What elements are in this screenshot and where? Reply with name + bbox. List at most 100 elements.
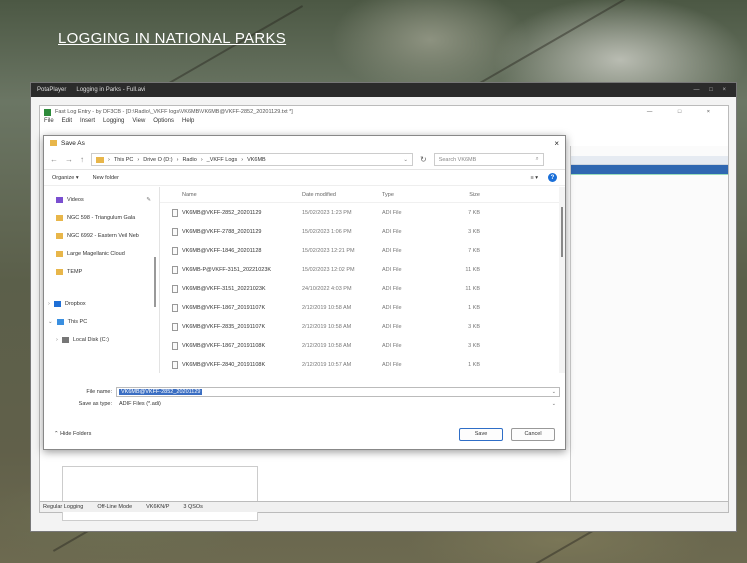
help-icon[interactable]: ?	[548, 173, 557, 182]
chevron-right-icon[interactable]: ›	[56, 337, 58, 343]
up-arrow-icon[interactable]: ↑	[80, 155, 84, 164]
hide-folders-button[interactable]: ⌃ Hide Folders	[54, 431, 91, 437]
new-folder-button[interactable]: New folder	[93, 175, 119, 181]
forward-arrow-icon[interactable]: →	[65, 155, 73, 164]
chevron-right-icon: ›	[108, 156, 110, 163]
file-name-text: VK6MB-P@VKFF-3151_20221023K	[182, 266, 272, 273]
chevron-down-icon[interactable]: ⌄	[552, 401, 556, 407]
cancel-button[interactable]: Cancel	[511, 427, 555, 441]
player-app-name[interactable]: PotaPlayer	[37, 87, 66, 93]
file-list-header: Name Date modified Type Size	[160, 187, 565, 203]
file-row[interactable]: VK6MB@VKFF-2852_20201129 15/02/2023 1:23 …	[160, 203, 565, 222]
menu-insert[interactable]: Insert	[80, 118, 95, 128]
file-type: ADI File	[382, 266, 402, 273]
nav-item-ngc598[interactable]: NGC 598 - Triangulum Gala	[44, 209, 159, 227]
chevron-down-icon[interactable]: ⌄	[403, 157, 408, 163]
file-date: 24/10/2022 4:03 PM	[302, 285, 352, 292]
file-date: 2/12/2019 10:58 AM	[302, 304, 352, 311]
breadcrumb-vkff-logs[interactable]: _VKFF Logs	[207, 157, 238, 163]
back-arrow-icon[interactable]: ←	[50, 155, 58, 164]
nav-item-temp[interactable]: TEMP	[44, 263, 159, 281]
scrollbar-thumb[interactable]	[561, 207, 563, 257]
file-icon	[172, 265, 178, 274]
column-size[interactable]: Size	[446, 192, 494, 198]
organize-button[interactable]: Organize ▾	[52, 175, 79, 181]
nav-item-label: Videos	[67, 197, 84, 203]
file-name-input[interactable]: VK6MB@VKFF-2852_20201129 ⌄	[116, 387, 560, 397]
view-options-icon[interactable]: ≡ ▾	[531, 175, 539, 181]
nav-item-this-pc[interactable]: ⌄ This PC	[44, 313, 159, 331]
player-window-controls[interactable]: — □ ×	[694, 87, 730, 93]
menu-file[interactable]: File	[44, 118, 54, 128]
chevron-right-icon: ›	[176, 156, 179, 163]
nav-item-label: Large Magellanic Cloud	[67, 251, 125, 257]
refresh-icon[interactable]: ↻	[420, 155, 427, 164]
navigation-pane: Videos ✎ NGC 598 - Triangulum Gala NGC 6…	[44, 187, 160, 373]
status-online: Off-Line Mode	[97, 504, 133, 510]
dialog-title-bar: Save As ×	[44, 136, 565, 150]
file-type: ADI File	[382, 342, 402, 349]
grid-selected-row[interactable]	[571, 165, 728, 174]
file-type: ADI File	[382, 247, 402, 254]
file-row[interactable]: VK6MB@VKFF-1867_20191108K 2/12/2019 10:58…	[160, 336, 565, 355]
file-name-cell: VK6MB@VKFF-2788_20201129	[160, 227, 302, 236]
menu-edit[interactable]: Edit	[62, 118, 72, 128]
menu-logging[interactable]: Logging	[103, 118, 124, 128]
chevron-down-icon[interactable]: ⌄	[552, 389, 556, 395]
status-callsign: VK6KN/P	[146, 504, 170, 510]
nav-item-videos[interactable]: Videos ✎	[44, 191, 159, 209]
close-icon[interactable]: ×	[554, 139, 559, 148]
file-date: 2/12/2019 10:58 AM	[302, 323, 352, 330]
file-name-cell: VK6MB@VKFF-2840_20191108K	[160, 360, 302, 369]
file-row[interactable]: VK6MB@VKFF-3151_20221023K 24/10/2022 4:03…	[160, 279, 565, 298]
file-date: 15/02/2023 12:02 PM	[302, 266, 355, 273]
menu-view[interactable]: View	[132, 118, 145, 128]
file-name-label: File name:	[86, 389, 112, 395]
hide-folders-label: Hide Folders	[60, 431, 92, 437]
column-type[interactable]: Type	[382, 192, 446, 198]
chevron-up-icon: ⌃	[54, 431, 59, 437]
nav-item-dropbox[interactable]: › Dropbox	[44, 295, 159, 313]
save-type-row: Save as type: ADIF Files (*.adi) ⌄	[44, 398, 565, 410]
breadcrumb-drive[interactable]: Drive O (D:)	[143, 157, 172, 163]
breadcrumb-this-pc[interactable]: This PC	[114, 157, 134, 163]
file-name-text: VK6MB@VKFF-2788_20201129	[182, 228, 262, 235]
folder-icon	[56, 251, 63, 257]
file-row[interactable]: VK6MB@VKFF-2788_20201129 15/02/2023 1:06 …	[160, 222, 565, 241]
file-rows: VK6MB@VKFF-2852_20201129 15/02/2023 1:23 …	[160, 203, 565, 374]
file-row[interactable]: VK6MB-P@VKFF-3151_20221023K 15/02/2023 12…	[160, 260, 565, 279]
file-row[interactable]: VK6MB@VKFF-1846_20201128 15/02/2023 12:21…	[160, 241, 565, 260]
nav-scrollbar[interactable]	[154, 257, 156, 307]
file-name-cell: VK6MB-P@VKFF-3151_20221023K	[160, 265, 302, 274]
log-grid-panel[interactable]	[570, 146, 728, 511]
chevron-right-icon: ›	[241, 156, 244, 163]
nav-item-lmc[interactable]: Large Magellanic Cloud	[44, 245, 159, 263]
nav-item-local-disk[interactable]: › Local Disk (C:)	[44, 331, 159, 349]
menu-help[interactable]: Help	[182, 118, 194, 128]
nav-item-label: NGC 598 - Triangulum Gala	[67, 215, 136, 221]
file-row[interactable]: VK6MB@VKFF-2835_20191107K 2/12/2019 10:58…	[160, 317, 565, 336]
breadcrumb-vk6mb[interactable]: VK6MB	[247, 157, 266, 163]
file-list-scrollbar[interactable]	[559, 187, 565, 373]
nav-item-ngc6992[interactable]: NGC 6992 - Eastern Veil Neb	[44, 227, 159, 245]
chevron-right-icon[interactable]: ›	[48, 301, 50, 307]
file-icon	[172, 208, 178, 217]
save-type-select[interactable]: ADIF Files (*.adi) ⌄	[116, 399, 560, 409]
file-row[interactable]: VK6MB@VKFF-1867_20191107K 2/12/2019 10:58…	[160, 298, 565, 317]
save-button[interactable]: Save	[459, 427, 503, 441]
chevron-right-icon: ›	[200, 156, 203, 163]
chevron-down-icon[interactable]: ⌄	[48, 319, 53, 325]
file-size: 1 KB	[468, 361, 480, 368]
file-row[interactable]: VK6MB@VKFF-2840_20191108K 2/12/2019 10:57…	[160, 355, 565, 374]
dialog-title: Save As	[61, 139, 85, 147]
search-input[interactable]: Search VK6MB ⌕	[433, 153, 544, 166]
menu-options[interactable]: Options	[153, 118, 174, 128]
log-entry-panel[interactable]	[62, 466, 258, 521]
column-name[interactable]: Name	[160, 192, 302, 198]
address-bar[interactable]: › This PC › Drive O (D:) › Radio › _VKFF…	[91, 153, 413, 166]
file-type: ADI File	[382, 304, 402, 311]
column-date[interactable]: Date modified	[302, 192, 382, 198]
breadcrumb-radio[interactable]: Radio	[182, 157, 196, 163]
log-window-controls[interactable]: — □ ×	[647, 109, 722, 115]
